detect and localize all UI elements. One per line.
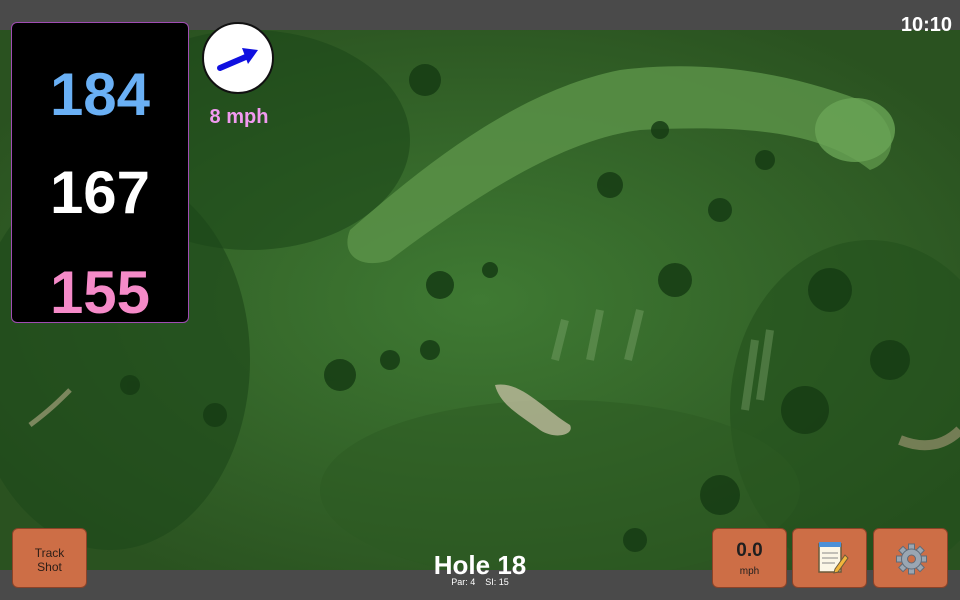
notes-button[interactable] [792,528,867,588]
settings-button[interactable] [873,528,948,588]
par-label: Par: 4 [451,577,476,587]
speed-unit: mph [739,566,760,577]
track-shot-button[interactable]: Track Shot [12,528,87,588]
stroke-index-label: SI: 15 [485,577,509,587]
front-distance: 155 [49,259,151,326]
track-shot-label-line2: Shot [37,560,62,574]
middle-distance: 167 [49,159,151,226]
distance-panel: 184 167 155 [11,22,189,323]
hole-info: Par: 4 SI: 15 [380,577,580,587]
back-distance: 184 [49,61,151,128]
wind-speed-label: 8 mph [209,106,269,128]
wind-direction-arrow-icon [217,48,258,71]
track-shot-label-line1: Track [34,546,65,560]
speed-button[interactable]: 0.0 mph [712,528,787,588]
clock: 10:10 [900,14,952,36]
speed-value: 0.0 [736,540,763,561]
wind-indicator [202,22,274,94]
gear-icon [896,543,927,575]
notepad-icon [818,542,849,574]
